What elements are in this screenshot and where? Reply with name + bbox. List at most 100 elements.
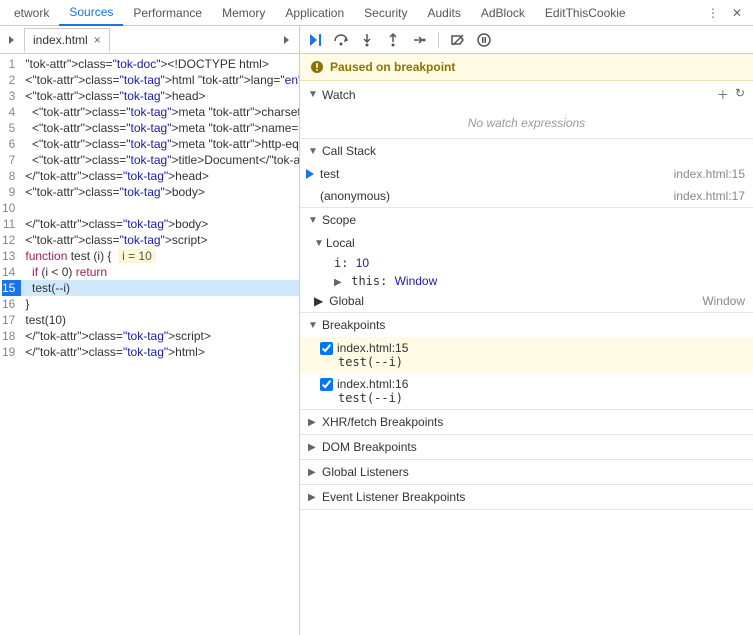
scope-variable[interactable]: i: 10 (300, 254, 753, 272)
code-line[interactable]: if (i < 0) return (21, 264, 299, 280)
step-into-icon[interactable] (358, 31, 376, 49)
pause-exceptions-icon[interactable] (475, 31, 493, 49)
gutter-line[interactable]: 18 (2, 328, 15, 344)
tab-memory[interactable]: Memory (212, 1, 275, 25)
gutter-line[interactable]: 16 (2, 296, 15, 312)
resume-icon[interactable] (306, 31, 324, 49)
code-line[interactable]: <"tok-attr">class="tok-tag">meta "tok-at… (21, 120, 299, 136)
gutter-line[interactable]: 8 (2, 168, 15, 184)
debugger-toolbar (300, 26, 753, 54)
tab-network[interactable]: etwork (4, 1, 59, 25)
chevron-right-icon: ▶ (308, 492, 318, 503)
paused-banner-text: Paused on breakpoint (330, 60, 455, 74)
gutter-line[interactable]: 9 (2, 184, 15, 200)
code-line[interactable]: <"tok-attr">class="tok-tag">html "tok-at… (21, 72, 299, 88)
code-line[interactable]: <"tok-attr">class="tok-tag">body> (21, 184, 299, 200)
code-line[interactable]: <"tok-attr">class="tok-tag">title>Docume… (21, 152, 299, 168)
deactivate-breakpoints-icon[interactable] (449, 31, 467, 49)
code-editor[interactable]: 12345678910111213141516171819 "tok-attr"… (0, 54, 299, 362)
more-icon[interactable]: ⋮ (705, 5, 721, 21)
breakpoint-item[interactable]: index.html:16 test(--i) (300, 373, 753, 409)
code-line[interactable]: </"tok-attr">class="tok-tag">html> (21, 344, 299, 360)
step-over-icon[interactable] (332, 31, 350, 49)
code-line[interactable]: </"tok-attr">class="tok-tag">body> (21, 216, 299, 232)
gutter-line[interactable]: 3 (2, 88, 15, 104)
code-line[interactable]: </"tok-attr">class="tok-tag">head> (21, 168, 299, 184)
breakpoints-header[interactable]: ▼ Breakpoints (300, 313, 753, 337)
tab-sources[interactable]: Sources (59, 0, 123, 26)
scope-local-header[interactable]: ▼ Local (300, 232, 753, 254)
code-line[interactable]: test(--i) (21, 280, 299, 296)
gutter-line[interactable]: 2 (2, 72, 15, 88)
gutter-line[interactable]: 6 (2, 136, 15, 152)
code-line[interactable]: <"tok-attr">class="tok-tag">meta "tok-at… (21, 104, 299, 120)
tab-audits[interactable]: Audits (418, 1, 471, 25)
devtools-top-tabs: etwork Sources Performance Memory Applic… (0, 0, 753, 26)
xhr-breakpoints-header[interactable]: ▶ XHR/fetch Breakpoints (300, 410, 753, 434)
file-tab-bar: index.html × (0, 26, 299, 54)
gutter-line[interactable]: 13 (2, 248, 15, 264)
gutter-line[interactable]: 14 (2, 264, 15, 280)
tab-adblock[interactable]: AdBlock (471, 1, 535, 25)
code-line[interactable] (21, 200, 299, 216)
add-watch-icon[interactable]: ＋ (717, 86, 729, 103)
scope-variable[interactable]: ▶ this: Window (300, 272, 753, 290)
tab-security[interactable]: Security (354, 1, 417, 25)
chevron-down-icon: ▼ (308, 320, 318, 331)
global-listeners-header[interactable]: ▶ Global Listeners (300, 460, 753, 484)
code-line[interactable]: <"tok-attr">class="tok-tag">meta "tok-at… (21, 136, 299, 152)
gutter-line[interactable]: 11 (2, 216, 15, 232)
callstack-header[interactable]: ▼ Call Stack (300, 139, 753, 163)
tab-application[interactable]: Application (275, 1, 354, 25)
tab-editcookie[interactable]: EditThisCookie (535, 1, 636, 25)
tab-performance[interactable]: Performance (123, 1, 212, 25)
gutter-line[interactable]: 17 (2, 312, 15, 328)
chevron-right-icon: ▶ (308, 417, 318, 428)
callstack-frame[interactable]: testindex.html:15 (300, 163, 753, 185)
scope-header[interactable]: ▼ Scope (300, 208, 753, 232)
gutter-line[interactable]: 19 (2, 344, 15, 360)
more-tabs-icon[interactable] (279, 32, 295, 48)
refresh-watch-icon[interactable]: ↻ (735, 86, 745, 103)
gutter-line[interactable]: 10 (2, 200, 15, 216)
code-line[interactable]: "tok-attr">class="tok-doc"><!DOCTYPE htm… (21, 56, 299, 72)
watch-section: ▼ Watch ＋ ↻ No watch expressions (300, 81, 753, 139)
breakpoint-item[interactable]: index.html:15 test(--i) (300, 337, 753, 373)
chevron-right-icon: ▶ (314, 294, 323, 308)
breakpoint-checkbox[interactable] (320, 378, 333, 391)
global-listeners-section: ▶ Global Listeners (300, 460, 753, 485)
code-line[interactable]: function test (i) { i = 10 (21, 248, 299, 264)
breakpoint-checkbox[interactable] (320, 342, 333, 355)
gutter-line[interactable]: 1 (2, 56, 15, 72)
chevron-down-icon: ▼ (308, 89, 318, 100)
code-line[interactable]: </"tok-attr">class="tok-tag">script> (21, 328, 299, 344)
gutter-line[interactable]: 15 (2, 280, 21, 296)
file-tab-index[interactable]: index.html × (24, 28, 110, 53)
step-out-icon[interactable] (384, 31, 402, 49)
dom-breakpoints-section: ▶ DOM Breakpoints (300, 435, 753, 460)
code-line[interactable]: <"tok-attr">class="tok-tag">head> (21, 88, 299, 104)
step-icon[interactable] (410, 31, 428, 49)
scope-global-row[interactable]: ▶ Global Window (300, 290, 753, 312)
chevron-down-icon: ▼ (308, 146, 318, 157)
gutter-line[interactable]: 12 (2, 232, 15, 248)
code-line[interactable]: } (21, 296, 299, 312)
dom-breakpoints-header[interactable]: ▶ DOM Breakpoints (300, 435, 753, 459)
gutter-line[interactable]: 5 (2, 120, 15, 136)
gutter-line[interactable]: 7 (2, 152, 15, 168)
watch-header[interactable]: ▼ Watch ＋ ↻ (300, 81, 753, 108)
chevron-right-icon: ▶ (308, 442, 318, 453)
event-listener-header[interactable]: ▶ Event Listener Breakpoints (300, 485, 753, 509)
code-line[interactable]: <"tok-attr">class="tok-tag">script> (21, 232, 299, 248)
chevron-right-icon: ▶ (308, 467, 318, 478)
xhr-breakpoints-section: ▶ XHR/fetch Breakpoints (300, 410, 753, 435)
callstack-section: ▼ Call Stack testindex.html:15(anonymous… (300, 139, 753, 208)
file-tab-label: index.html (33, 33, 88, 47)
close-icon[interactable]: ✕ (729, 5, 745, 21)
callstack-frame[interactable]: (anonymous)index.html:17 (300, 185, 753, 207)
chevron-down-icon: ▼ (314, 238, 324, 249)
code-line[interactable]: test(10) (21, 312, 299, 328)
navigator-toggle-icon[interactable] (4, 32, 20, 48)
gutter-line[interactable]: 4 (2, 104, 15, 120)
close-tab-icon[interactable]: × (94, 33, 101, 47)
